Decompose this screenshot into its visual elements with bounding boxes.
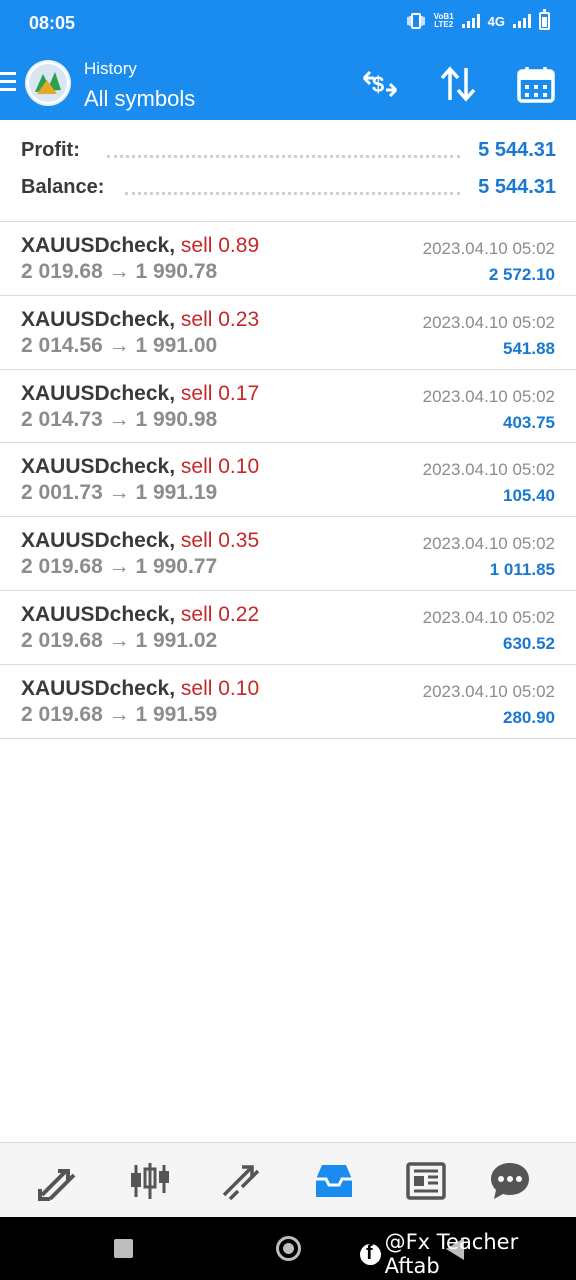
- deal-profit: 541.88: [503, 338, 555, 358]
- profit-row: Profit: 5 544.31: [21, 139, 556, 169]
- deal-time: 2023.04.10 05:02: [422, 386, 555, 406]
- top-bar: 08:05 VoB1 LTE2 4G History All symbols $: [0, 0, 576, 120]
- recent-apps-icon[interactable]: [114, 1239, 133, 1258]
- sort-icon[interactable]: [438, 64, 478, 104]
- deal-close-price: 1 991.00: [135, 333, 218, 357]
- arrow-icon: →: [108, 481, 130, 505]
- balance-label: Balance:: [21, 176, 111, 199]
- leader-dots: [125, 192, 460, 195]
- deal-profit: 1 011.85: [489, 560, 555, 580]
- deal-time: 2023.04.10 05:02: [422, 460, 555, 480]
- deal-time: 2023.04.10 05:02: [422, 681, 555, 701]
- profit-label: Profit:: [21, 139, 86, 162]
- deal-open-price: 2 014.56: [21, 333, 103, 357]
- deal-side: sell 0.10: [180, 455, 260, 479]
- deal-open-price: 2 019.68: [21, 555, 103, 579]
- deal-open-price: 2 001.73: [21, 481, 103, 505]
- deal-side: sell 0.89: [180, 234, 260, 257]
- deal-symbol: XAUUSDcheck,: [21, 529, 176, 553]
- deal-symbol: XAUUSDcheck,: [21, 455, 176, 479]
- deposit-filter-icon[interactable]: $: [360, 64, 400, 104]
- arrow-icon: →: [108, 333, 130, 357]
- deal-open-price: 2 019.68: [21, 260, 103, 283]
- quotes-icon[interactable]: [36, 1159, 80, 1203]
- status-icons: VoB1 LTE2 4G: [406, 9, 550, 30]
- deal-side: sell 0.22: [180, 602, 260, 626]
- deal-open-price: 2 014.73: [21, 407, 103, 431]
- vibrate-icon: [407, 13, 425, 29]
- news-icon[interactable]: [404, 1159, 448, 1203]
- deal-time: 2023.04.10 05:02: [422, 312, 555, 332]
- facebook-icon: [360, 1242, 381, 1265]
- deal-close-price: 1 991.02: [135, 628, 218, 652]
- symbol-filter-title[interactable]: All symbols: [84, 86, 195, 112]
- deal-row[interactable]: XAUUSDcheck, sell 0.89 2 019.68 → 1 990.…: [0, 222, 576, 296]
- watermark-text: @Fx Teacher Aftab: [384, 1230, 519, 1278]
- screen-label: History: [84, 59, 137, 78]
- deal-side: sell 0.23: [180, 307, 260, 331]
- deal-profit: 105.40: [503, 486, 555, 506]
- battery-icon: [539, 9, 550, 30]
- deal-row[interactable]: XAUUSDcheck, sell 0.23 2 014.56 → 1 991.…: [0, 296, 576, 370]
- network-type: 4G: [487, 13, 505, 29]
- balance-value: 5 544.31: [478, 176, 556, 198]
- history-inbox-icon[interactable]: [312, 1159, 356, 1203]
- summary-panel: Profit: 5 544.31 Balance: 5 544.31: [0, 120, 576, 222]
- deal-close-price: 1 991.19: [135, 481, 218, 505]
- deal-row[interactable]: XAUUSDcheck, sell 0.22 2 019.68 → 1 991.…: [0, 591, 576, 665]
- arrow-icon: →: [108, 407, 130, 431]
- deal-profit: 403.75: [503, 412, 555, 432]
- bottom-tab-bar: [0, 1142, 576, 1217]
- status-time: 08:05: [29, 13, 76, 33]
- deal-time: 2023.04.10 05:02: [422, 607, 555, 627]
- deal-row[interactable]: XAUUSDcheck, sell 0.17 2 014.73 → 1 990.…: [0, 370, 576, 444]
- calendar-icon[interactable]: [516, 64, 556, 104]
- deal-close-price: 1 990.78: [135, 260, 218, 283]
- volte-indicator: VoB1 LTE2: [433, 12, 454, 29]
- deal-symbol: XAUUSDcheck,: [21, 307, 176, 331]
- deal-side: sell 0.35: [180, 529, 260, 553]
- watermark: @Fx Teacher Aftab: [360, 1230, 576, 1278]
- status-bar: 08:05 VoB1 LTE2 4G: [0, 0, 576, 46]
- signal-icon: [461, 14, 480, 28]
- deal-symbol: XAUUSDcheck,: [21, 381, 176, 405]
- deal-open-price: 2 019.68: [21, 702, 103, 726]
- deal-symbol: XAUUSDcheck,: [21, 602, 176, 626]
- balance-row: Balance: 5 544.31: [21, 176, 556, 206]
- chart-candles-icon[interactable]: [128, 1159, 172, 1203]
- deal-time: 2023.04.10 05:02: [422, 239, 555, 258]
- profit-value: 5 544.31: [478, 139, 556, 161]
- deals-list: XAUUSDcheck, sell 0.89 2 019.68 → 1 990.…: [0, 222, 576, 739]
- arrow-icon: →: [108, 555, 130, 579]
- deal-symbol: XAUUSDcheck,: [21, 676, 176, 700]
- deal-symbol: XAUUSDcheck,: [21, 234, 176, 257]
- deal-row[interactable]: XAUUSDcheck, sell 0.10 2 001.73 → 1 991.…: [0, 443, 576, 518]
- deal-side: sell 0.10: [180, 676, 260, 700]
- leader-dots: [107, 155, 460, 158]
- deal-time: 2023.04.10 05:02: [422, 534, 555, 554]
- deal-close-price: 1 991.59: [135, 702, 218, 726]
- home-icon[interactable]: [276, 1236, 301, 1261]
- deal-row[interactable]: XAUUSDcheck, sell 0.35 2 019.68 → 1 990.…: [0, 517, 576, 591]
- deal-open-price: 2 019.68: [21, 628, 103, 652]
- deal-row[interactable]: XAUUSDcheck, sell 0.10 2 019.68 → 1 991.…: [0, 665, 576, 739]
- menu-icon[interactable]: [0, 72, 16, 94]
- arrow-icon: →: [108, 702, 130, 726]
- deal-profit: 2 572.10: [488, 265, 555, 284]
- arrow-icon: →: [108, 628, 130, 652]
- deal-profit: 630.52: [503, 633, 555, 653]
- signal-2-icon: [513, 14, 531, 28]
- deal-side: sell 0.17: [180, 381, 260, 405]
- deal-profit: 280.90: [503, 707, 555, 727]
- chat-icon[interactable]: [488, 1159, 532, 1203]
- trade-icon[interactable]: [220, 1159, 264, 1203]
- deal-close-price: 1 990.77: [135, 555, 218, 579]
- svg-text:$: $: [372, 72, 384, 97]
- deal-close-price: 1 990.98: [135, 407, 218, 431]
- app-logo: [25, 60, 71, 106]
- arrow-icon: →: [108, 260, 130, 283]
